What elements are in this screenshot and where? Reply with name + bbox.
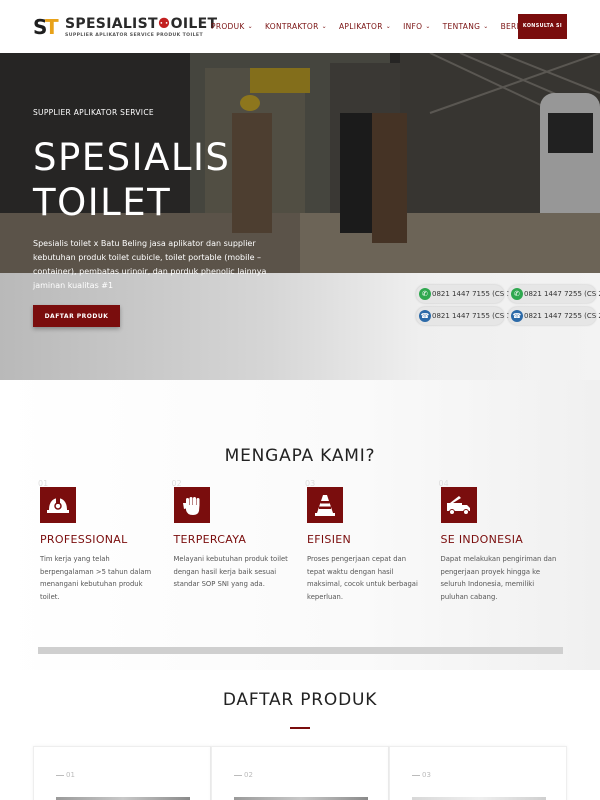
logo-mark-icon: ST (33, 15, 59, 39)
product-number: 03 (412, 771, 431, 779)
chevron-down-icon: ⌄ (425, 23, 431, 30)
nav-item-tentang[interactable]: TENTANG ⌄ (443, 22, 489, 31)
product-number: 01 (56, 771, 75, 779)
feature-description: Melayani kebutuhan produk toilet dengan … (173, 555, 288, 588)
product-card-list: 01 02 03 (33, 746, 567, 800)
site-logo[interactable]: ST SPESIALIST⚉OILET SUPPLIER APLIKATOR S… (33, 15, 217, 39)
whatsapp-cs1-button[interactable]: ✆ 0821 1447 7155 (CS 1) (416, 285, 514, 303)
nav-item-info[interactable]: INFO ⌄ (403, 22, 431, 31)
phone-cs2-button[interactable]: ☎ 0821 1447 7255 (CS 2) (508, 307, 600, 325)
feature-se-indonesia: 04 SE INDONESIA Dapat melakukan pengirim… (439, 479, 575, 603)
chevron-down-icon: ⌄ (321, 23, 327, 30)
feature-title: EFISIEN (307, 533, 352, 546)
whatsapp-cs2-button[interactable]: ✆ 0821 1447 7255 (CS 2) (508, 285, 600, 303)
daftar-produk-button[interactable]: DAFTAR PRODUK (33, 305, 120, 327)
whatsapp-icon: ✆ (511, 288, 523, 300)
nav-item-kontraktor[interactable]: KONTRAKTOR ⌄ (265, 22, 327, 31)
product-card[interactable]: 02 (211, 746, 389, 800)
chevron-down-icon: ⌄ (247, 23, 253, 30)
phone-icon: ☎ (419, 310, 431, 322)
logo-subtitle: SUPPLIER APLIKATOR SERVICE PRODUK TOILET (65, 32, 203, 38)
contact-buttons: ✆ 0821 1447 7155 (CS 1) ✆ 0821 1447 7255… (416, 285, 600, 325)
chevron-down-icon: ⌄ (483, 23, 489, 30)
feature-number: 01 (38, 479, 49, 488)
products-title: DAFTAR PRODUK (222, 690, 378, 710)
product-card[interactable]: 01 (33, 746, 211, 800)
why-us-section: MENGAPA KAMI? 01 PROFESSIONAL Tim kerja … (0, 380, 600, 670)
feature-list: 01 PROFESSIONAL Tim kerja yang telah ber… (38, 479, 575, 603)
main-nav: PRODUK ⌄ KONTRAKTOR ⌄ APLIKATOR ⌄ INFO ⌄ TEN… (211, 22, 541, 31)
feature-number: 03 (305, 479, 316, 488)
nav-item-produk[interactable]: PRODUK ⌄ (211, 22, 253, 31)
traffic-cone-icon (307, 487, 343, 523)
fist-icon (173, 487, 210, 523)
feature-efisien: 03 EFISIEN Proses pengerjaan cepat dan t… (305, 479, 441, 603)
feature-title: PROFESSIONAL (40, 533, 128, 546)
why-us-title: MENGAPA KAMI? (224, 446, 376, 466)
feature-number: 04 (438, 479, 449, 488)
feature-title: SE INDONESIA (440, 533, 524, 546)
logo-title: SPESIALIST⚉OILET (65, 15, 218, 32)
product-card[interactable]: 03 (389, 746, 567, 800)
feature-title: TERPERCAYA (173, 533, 247, 546)
site-header: ST SPESIALIST⚉OILET SUPPLIER APLIKATOR S… (0, 0, 600, 53)
nav-item-aplikator[interactable]: APLIKATOR ⌄ (339, 22, 391, 31)
hard-hat-icon (40, 487, 76, 523)
feature-professional: 01 PROFESSIONAL Tim kerja yang telah ber… (38, 479, 174, 603)
feature-description: Dapat melakukan pengiriman dan pengerjaa… (440, 555, 557, 601)
whatsapp-icon: ✆ (419, 288, 431, 300)
feature-description: Tim kerja yang telah berpengalaman >5 ta… (40, 555, 152, 601)
phone-icon: ☎ (511, 310, 523, 322)
truck-icon (440, 487, 477, 523)
feature-number: 02 (171, 479, 182, 488)
hero-section: SUPPLIER APLIKATOR SERVICE SPESIALIS TOI… (0, 53, 600, 380)
phone-cs1-button[interactable]: ☎ 0821 1447 7155 (CS 1) (416, 307, 514, 325)
hero-kicker: SUPPLIER APLIKATOR SERVICE (33, 108, 154, 117)
feature-terpercaya: 02 TERPERCAYA Melayani kebutuhan produk … (172, 479, 308, 603)
konsultasi-button[interactable]: KONSULTA SI (518, 14, 567, 39)
feature-description: Proses pengerjaan cepat dan tepat waktu … (307, 555, 418, 601)
hero-title: SPESIALIS TOILET (33, 136, 231, 224)
toilet-figure-icon: ⚉ (157, 15, 171, 32)
product-number: 02 (234, 771, 253, 779)
chevron-down-icon: ⌄ (385, 23, 392, 30)
title-underline (290, 727, 310, 729)
hero-description: Spesialis toilet x Batu Beling jasa apli… (33, 239, 267, 290)
section-divider (38, 647, 563, 654)
